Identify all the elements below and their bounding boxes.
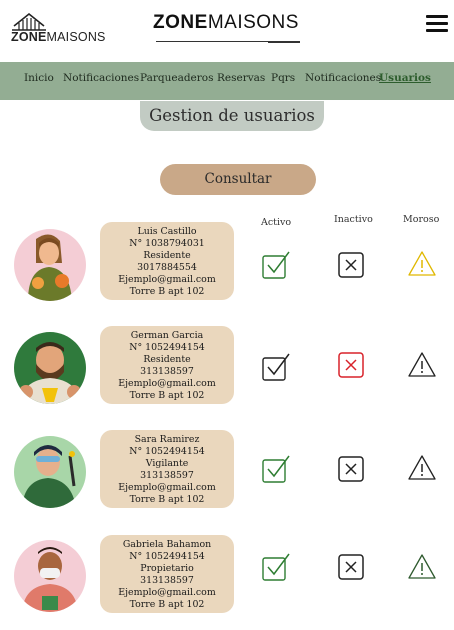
active-checkbox-icon[interactable] [261,552,291,582]
user-id: N° 1052494154 [129,446,205,457]
user-unit: Torre B apt 102 [129,390,205,401]
debtor-warning-icon[interactable] [407,350,437,380]
user-phone: 3017884554 [137,262,197,273]
title-underline-accent [268,41,300,43]
debtor-warning-icon[interactable] [407,453,437,483]
consult-button[interactable]: Consultar [160,164,316,195]
main-nav: Inicio Notificaciones Parqueaderos Reser… [0,62,454,100]
inactive-x-icon[interactable] [336,350,366,380]
active-checkbox-icon[interactable] [261,250,291,280]
active-checkbox-icon[interactable] [261,352,291,382]
user-avatar [14,229,86,301]
user-phone: 313138597 [140,575,194,586]
nav-item-parqueaderos[interactable]: Parqueaderos [140,72,214,84]
nav-item-notificaciones[interactable]: Notificaciones [63,72,139,84]
brand-logo[interactable]: ZONEMAISONS [10,12,105,46]
user-email: Ejemplo@gmail.com [118,587,216,598]
user-name: Luis Castillo [137,226,197,237]
user-role: Propietario [140,563,194,574]
debtor-warning-icon[interactable] [407,552,437,582]
nav-item-notificaciones-2[interactable]: Notificaciones [305,72,381,84]
user-phone: 313138597 [140,470,194,481]
user-unit: Torre B apt 102 [129,286,205,297]
house-logo-icon [12,12,46,31]
user-id: N° 1052494154 [129,342,205,353]
user-id: N° 1052494154 [129,551,205,562]
menu-hamburger-icon[interactable] [426,14,448,32]
user-name: Gabriela Bahamon [122,539,212,550]
user-name: Sara Ramirez [134,434,200,445]
column-header-debtor: Moroso [403,214,440,225]
user-unit: Torre B apt 102 [129,599,205,610]
inactive-x-icon[interactable] [336,454,366,484]
app-title: ZONEMAISONS [153,12,299,33]
user-role: Vigilante [145,458,189,469]
nav-item-reservas[interactable]: Reservas [217,72,265,84]
nav-item-inicio[interactable]: Inicio [24,72,54,84]
page-title: Gestion de usuarios [140,101,324,131]
user-card: Sara Ramirez N° 1052494154 Vigilante 313… [100,430,234,508]
user-role: Residente [143,354,191,365]
debtor-warning-icon[interactable] [407,249,437,279]
nav-item-pqrs[interactable]: Pqrs [271,72,295,84]
logo-text: ZONEMAISONS [11,30,106,44]
inactive-x-icon[interactable] [336,250,366,280]
user-avatar [14,436,86,508]
user-phone: 313138597 [140,366,194,377]
user-email: Ejemplo@gmail.com [118,378,216,389]
nav-item-usuarios[interactable]: Usuarios [379,72,431,84]
inactive-x-icon[interactable] [336,552,366,582]
user-avatar [14,540,86,612]
user-role: Residente [143,250,191,261]
column-header-inactive: Inactivo [334,214,373,225]
user-avatar [14,332,86,404]
user-card: Gabriela Bahamon N° 1052494154 Propietar… [100,535,234,613]
active-checkbox-icon[interactable] [261,454,291,484]
user-email: Ejemplo@gmail.com [118,482,216,493]
user-id: N° 1038794031 [129,238,205,249]
column-header-active: Activo [261,217,292,228]
user-card: Luis Castillo N° 1038794031 Residente 30… [100,222,234,300]
user-card: German Garcia N° 1052494154 Residente 31… [100,326,234,404]
user-name: German Garcia [130,330,204,341]
user-email: Ejemplo@gmail.com [118,274,216,285]
user-unit: Torre B apt 102 [129,494,205,505]
